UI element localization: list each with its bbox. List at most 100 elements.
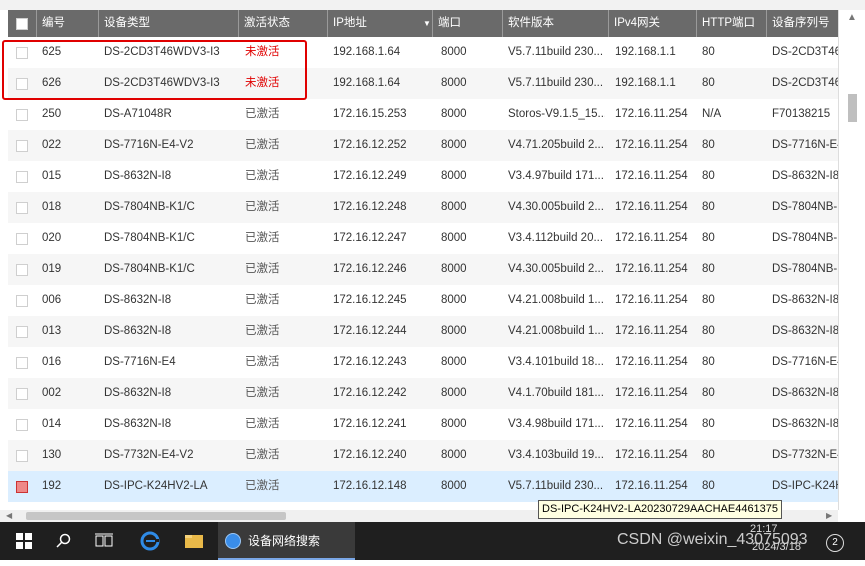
table-row[interactable]: 006 DS-8632N-I8 已激活 172.16.12.245 8000 V4.21.…: [8, 285, 838, 316]
cell-activation: 已激活: [245, 325, 280, 337]
table-row[interactable]: 626 DS-2CD3T46WDV3-I3 未激活 192.168.1.64 8000 V…: [8, 68, 838, 99]
col-header-ip[interactable]: IP地址: [327, 10, 423, 37]
task-view-icon[interactable]: [90, 522, 118, 560]
cell-device-type: DS-A71048R: [104, 108, 172, 120]
vertical-scroll-thumb[interactable]: [848, 94, 857, 122]
cell-ip: 172.16.12.148: [333, 480, 407, 492]
cell-device-type: DS-7804NB-K1/C: [104, 263, 195, 275]
taskbar-app-device-search[interactable]: 设备网络搜索: [218, 522, 355, 560]
cell-gateway: 172.16.11.254: [615, 201, 688, 213]
table-row[interactable]: 022 DS-7716N-E4-V2 已激活 172.16.12.252 8000 V4.…: [8, 130, 838, 161]
cell-gateway: 172.16.11.254: [615, 263, 688, 275]
cell-gateway: 172.16.11.254: [615, 480, 688, 492]
col-header-device-type[interactable]: 设备类型: [98, 10, 234, 37]
horizontal-scroll-thumb[interactable]: [26, 512, 286, 520]
select-all-checkbox[interactable]: [16, 18, 28, 30]
cell-device-type: DS-7732N-E4-V2: [104, 449, 194, 461]
cell-gateway: 172.16.11.254: [615, 387, 688, 399]
row-checkbox[interactable]: [16, 233, 28, 245]
col-header-http-port[interactable]: HTTP端口: [696, 10, 764, 37]
chevron-up-icon[interactable]: ▲: [847, 12, 857, 23]
row-checkbox[interactable]: [16, 78, 28, 90]
row-checkbox[interactable]: [16, 388, 28, 400]
notification-center-icon[interactable]: 2: [826, 534, 844, 552]
chevron-left-icon[interactable]: ◀: [6, 510, 12, 522]
cell-ip: 172.16.12.242: [333, 387, 407, 399]
table-row[interactable]: 019 DS-7804NB-K1/C 已激活 172.16.12.246 8000 V4.…: [8, 254, 838, 285]
table-row[interactable]: 016 DS-7716N-E4 已激活 172.16.12.243 8000 V3.4.1…: [8, 347, 838, 378]
col-header-port[interactable]: 端口: [432, 10, 493, 37]
cell-software: V5.7.11build 230...: [508, 480, 604, 492]
row-checkbox[interactable]: [16, 357, 28, 369]
cell-no: 130: [42, 449, 62, 461]
cell-ip: 172.16.12.246: [333, 263, 407, 275]
cell-software: V3.4.101build 18...: [508, 356, 604, 368]
cell-device-type: DS-8632N-I8: [104, 418, 172, 430]
cell-device-type: DS-IPC-K24HV2-LA: [104, 480, 208, 492]
table-row[interactable]: 014 DS-8632N-I8 已激活 172.16.12.241 8000 V3.4.9…: [8, 409, 838, 440]
row-checkbox[interactable]: [16, 295, 28, 307]
row-checkbox[interactable]: [16, 47, 28, 59]
cell-port: 8000: [441, 46, 467, 58]
col-header-activation[interactable]: 激活状态: [238, 10, 319, 37]
search-icon[interactable]: [50, 522, 78, 560]
cell-http-port: 80: [702, 387, 715, 399]
cell-http-port: 80: [702, 46, 715, 58]
tray-clock-time[interactable]: 21:17: [750, 523, 778, 535]
cell-activation: 已激活: [245, 480, 280, 492]
table-row[interactable]: 130 DS-7732N-E4-V2 已激活 172.16.12.240 8000 V3.…: [8, 440, 838, 471]
cell-ip: 172.16.15.253: [333, 108, 407, 120]
cell-port: 8000: [441, 263, 467, 275]
cell-activation: 已激活: [245, 201, 280, 213]
edge-browser-icon[interactable]: [136, 522, 164, 560]
tray-clock-date[interactable]: 2024/3/18: [752, 541, 801, 553]
table-row[interactable]: 002 DS-8632N-I8 已激活 172.16.12.242 8000 V4.1.7…: [8, 378, 838, 409]
col-header-software[interactable]: 软件版本: [502, 10, 598, 37]
cell-no: 019: [42, 263, 62, 275]
cell-gateway: 172.16.11.254: [615, 108, 688, 120]
file-explorer-icon[interactable]: [180, 522, 208, 560]
cell-serial: DS-8632N-I8: [772, 418, 838, 430]
vertical-scrollbar[interactable]: ▲: [838, 10, 865, 510]
cell-device-type: DS-7716N-E4: [104, 356, 176, 368]
sort-desc-icon[interactable]: ▼: [423, 10, 431, 37]
table-row[interactable]: 250 DS-A71048R 已激活 172.16.15.253 8000 Storos-…: [8, 99, 838, 130]
cell-http-port: 80: [702, 356, 715, 368]
row-checkbox[interactable]: [16, 450, 28, 462]
cell-serial: DS-2CD3T46\: [772, 77, 838, 89]
table-row[interactable]: 018 DS-7804NB-K1/C 已激活 172.16.12.248 8000 V4.…: [8, 192, 838, 223]
table-row[interactable]: 192 DS-IPC-K24HV2-LA 已激活 172.16.12.148 8000 V…: [8, 471, 838, 502]
cell-port: 8000: [441, 201, 467, 213]
cell-serial: DS-8632N-I8: [772, 294, 838, 306]
cell-http-port: 80: [702, 139, 715, 151]
chevron-right-icon[interactable]: ▶: [826, 510, 832, 522]
col-header-gateway[interactable]: IPv4网关: [608, 10, 694, 37]
cell-activation: 已激活: [245, 263, 280, 275]
table-row[interactable]: 013 DS-8632N-I8 已激活 172.16.12.244 8000 V4.21.…: [8, 316, 838, 347]
cell-http-port: N/A: [702, 108, 722, 120]
cell-no: 006: [42, 294, 62, 306]
cell-http-port: 80: [702, 232, 715, 244]
cell-serial: DS-7804NB-K: [772, 263, 838, 275]
col-header-serial[interactable]: 设备序列号: [766, 10, 844, 37]
cell-port: 8000: [441, 387, 467, 399]
row-checkbox[interactable]: [16, 202, 28, 214]
cell-software: V4.1.70build 181...: [508, 387, 604, 399]
cell-activation: 已激活: [245, 449, 280, 461]
windows-start-icon[interactable]: [10, 522, 38, 560]
cell-no: 018: [42, 201, 62, 213]
row-checkbox[interactable]: [16, 326, 28, 338]
row-checkbox[interactable]: [16, 109, 28, 121]
row-checkbox[interactable]: [16, 419, 28, 431]
table-row[interactable]: 020 DS-7804NB-K1/C 已激活 172.16.12.247 8000 V3.…: [8, 223, 838, 254]
row-checkbox[interactable]: [16, 140, 28, 152]
cell-port: 8000: [441, 139, 467, 151]
table-row[interactable]: 625 DS-2CD3T46WDV3-I3 未激活 192.168.1.64 8000 V…: [8, 37, 838, 68]
cell-software: V3.4.112build 20...: [508, 232, 604, 244]
table-row[interactable]: 015 DS-8632N-I8 已激活 172.16.12.249 8000 V3.4.9…: [8, 161, 838, 192]
row-checkbox[interactable]: [16, 171, 28, 183]
cell-software: V4.21.008build 1...: [508, 294, 604, 306]
row-checkbox[interactable]: [16, 264, 28, 276]
row-checkbox[interactable]: [16, 481, 28, 493]
col-header-no[interactable]: 编号: [36, 10, 97, 37]
